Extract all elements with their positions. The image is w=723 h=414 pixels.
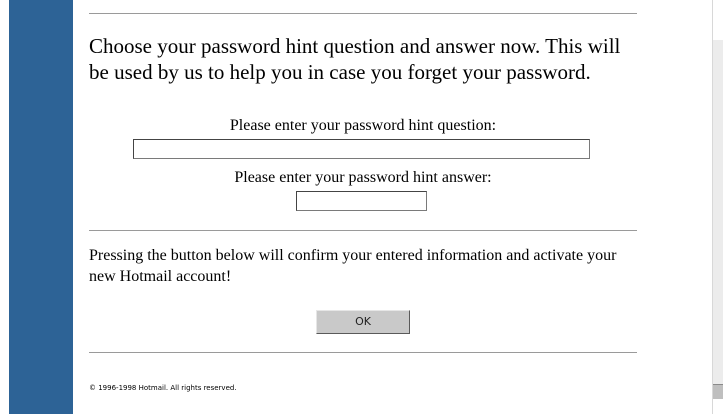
- top-divider: [89, 13, 637, 14]
- bottom-divider: [89, 352, 637, 353]
- signup-form-panel: Choose your password hint question and a…: [89, 0, 637, 414]
- hint-answer-label: Please enter your password hint answer:: [234, 169, 492, 186]
- hint-question-input[interactable]: [133, 139, 590, 159]
- confirm-text: Pressing the button below will confirm y…: [89, 247, 617, 285]
- copyright-text: © 1996-1998 Hotmail. All rights reserved…: [89, 384, 237, 392]
- middle-divider: [89, 230, 637, 231]
- brand-sidebar: [9, 0, 73, 414]
- left-margin: [0, 0, 9, 414]
- hint-question-label: Please enter your password hint question…: [229, 117, 497, 134]
- hint-answer-input[interactable]: [296, 191, 427, 211]
- intro-text: Choose your password hint question and a…: [89, 34, 621, 84]
- scrollbar-track[interactable]: [713, 40, 723, 390]
- ok-button[interactable]: OK: [316, 310, 410, 334]
- scrollbar-arrow-button[interactable]: [713, 384, 723, 399]
- window-scrollbar[interactable]: [712, 0, 723, 414]
